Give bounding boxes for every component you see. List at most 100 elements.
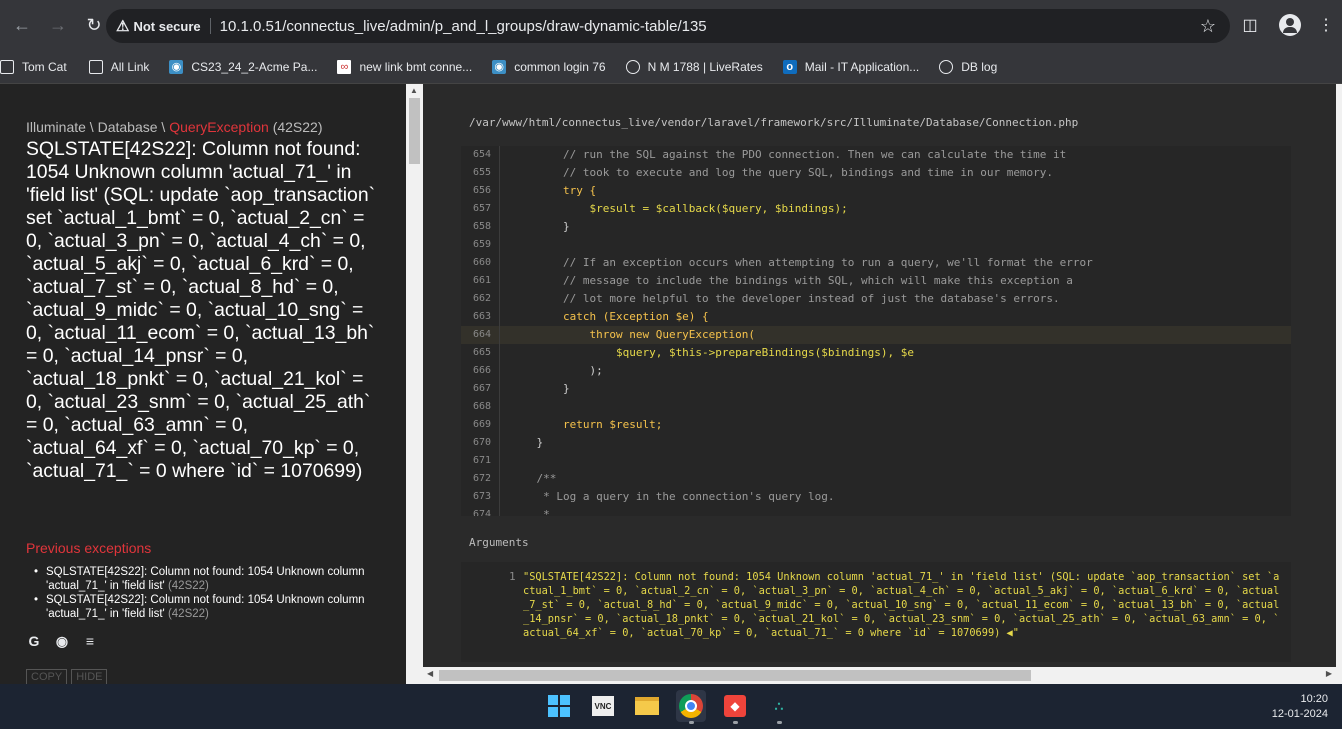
- google-icon[interactable]: G: [26, 633, 42, 649]
- exception-summary-panel: Illuminate \ Database \ QueryException (…: [0, 84, 406, 684]
- line-number: 672: [472, 473, 491, 484]
- bookmark-label: CS23_24_2-Acme Pa...: [191, 59, 318, 74]
- line-code: // lot more helpful to the developer ins…: [510, 292, 1060, 305]
- bookmark-tom-cat[interactable]: Tom Cat: [0, 59, 77, 74]
- warning-icon: ⚠: [116, 18, 130, 35]
- line-code: );: [510, 364, 603, 377]
- line-number: 668: [472, 401, 491, 412]
- bookmark-acme[interactable]: ◉ CS23_24_2-Acme Pa...: [169, 59, 327, 74]
- line-number: 666: [472, 365, 491, 376]
- search-links: G ◉ ≡: [26, 633, 98, 650]
- scroll-left-icon[interactable]: ◀: [427, 669, 433, 678]
- bookmarks-bar: Tom Cat All Link ◉ CS23_24_2-Acme Pa... …: [0, 50, 1342, 84]
- bookmark-mail[interactable]: o Mail - IT Application...: [782, 59, 930, 74]
- line-code: }: [510, 436, 544, 449]
- code-line: 665 $query, $this->prepareBindings($bind…: [461, 344, 1291, 362]
- system-clock[interactable]: 10:20 12-01-2024: [1272, 692, 1328, 722]
- line-number: 657: [472, 203, 491, 214]
- duckduckgo-icon[interactable]: ◉: [54, 633, 70, 649]
- line-code: // If an exception occurs when attemptin…: [510, 256, 1093, 269]
- code-line: 673 * Log a query in the connection's qu…: [461, 488, 1291, 506]
- line-number: 673: [472, 491, 491, 502]
- scrollbar-thumb[interactable]: [439, 670, 1031, 681]
- code-line: 667 }: [461, 380, 1291, 398]
- bookmark-label: Mail - IT Application...: [804, 59, 920, 74]
- line-code: return $result;: [510, 418, 663, 431]
- line-code: catch (Exception $e) {: [510, 310, 709, 323]
- list-item[interactable]: SQLSTATE[42S22]: Column not found: 1054 …: [32, 593, 372, 621]
- left-scrollbar[interactable]: ▲: [406, 84, 423, 684]
- code-line: 654 // run the SQL against the PDO conne…: [461, 146, 1291, 164]
- acme-icon: ◉: [492, 59, 507, 74]
- arguments-box: 1 "SQLSTATE[42S22]: Column not found: 10…: [461, 562, 1291, 662]
- line-number: 669: [472, 419, 491, 430]
- windows-start-icon[interactable]: [544, 690, 574, 722]
- file-explorer-icon[interactable]: [632, 690, 662, 722]
- line-number: 664: [472, 329, 491, 340]
- bookmark-label: new link bmt conne...: [359, 59, 473, 74]
- profile-avatar[interactable]: [1270, 14, 1310, 36]
- line-code: $query, $this->prepareBindings($bindings…: [510, 346, 914, 359]
- menu-kebab-icon[interactable]: ⋮: [1310, 15, 1342, 35]
- code-line: 663 catch (Exception $e) {: [461, 308, 1291, 326]
- tally-icon[interactable]: ∴: [764, 690, 794, 724]
- bookmark-liverates[interactable]: N M 1788 | LiveRates: [625, 59, 773, 74]
- line-number: 671: [472, 455, 491, 466]
- code-snippet: 654 // run the SQL against the PDO conne…: [461, 146, 1291, 516]
- bookmark-label: DB log: [961, 59, 998, 74]
- scroll-up-icon[interactable]: ▲: [410, 86, 418, 95]
- bookmark-star-icon[interactable]: ☆: [1200, 16, 1216, 37]
- bookmark-db-log[interactable]: DB log: [939, 59, 1007, 74]
- scroll-right-icon[interactable]: ▶: [1326, 669, 1332, 678]
- side-panel-icon[interactable]: ◫: [1230, 15, 1270, 35]
- right-scrollbar[interactable]: [1336, 84, 1342, 684]
- code-line: 662 // lot more helpful to the developer…: [461, 290, 1291, 308]
- omnibox-separator: [209, 18, 211, 34]
- outlook-icon: o: [782, 59, 797, 74]
- security-indicator[interactable]: ⚠ Not secure: [116, 17, 201, 35]
- line-number: 665: [472, 347, 491, 358]
- line-code: }: [510, 220, 570, 233]
- back-icon[interactable]: ←: [4, 7, 40, 43]
- bookmark-all-link[interactable]: All Link: [88, 59, 160, 74]
- exception-message: SQLSTATE[42S22]: Column not found: 1054 …: [26, 138, 376, 482]
- line-number: 655: [472, 167, 491, 178]
- line-code: * Log a query in the connection's query …: [510, 490, 835, 503]
- security-label: Not secure: [133, 18, 201, 34]
- exception-class: QueryException: [169, 119, 269, 135]
- stackoverflow-icon[interactable]: ≡: [82, 633, 98, 649]
- line-code: // run the SQL against the PDO connectio…: [510, 148, 1067, 161]
- line-number: 660: [472, 257, 491, 268]
- copy-button[interactable]: COPY: [26, 669, 68, 684]
- highlighted-code-line: 664 throw new QueryException(: [461, 326, 1291, 344]
- vnc-viewer-icon[interactable]: VNC: [588, 690, 618, 722]
- line-code: }: [510, 382, 570, 395]
- code-line: 658 }: [461, 218, 1291, 236]
- argument-value[interactable]: "SQLSTATE[42S22]: Column not found: 1054…: [523, 570, 1285, 640]
- list-item[interactable]: SQLSTATE[42S22]: Column not found: 1054 …: [32, 565, 372, 593]
- bookmark-common-login[interactable]: ◉ common login 76: [492, 59, 615, 74]
- line-number: 654: [472, 149, 491, 160]
- line-code: // message to include the bindings with …: [510, 274, 1073, 287]
- bookmark-new-link[interactable]: ∞ new link bmt conne...: [337, 59, 482, 74]
- bookmark-label: common login 76: [514, 59, 606, 74]
- previous-exceptions-list: SQLSTATE[42S22]: Column not found: 1054 …: [32, 565, 372, 621]
- code-line: 655 // took to execute and log the query…: [461, 164, 1291, 182]
- anydesk-icon[interactable]: ◆: [720, 690, 750, 724]
- line-number: 667: [472, 383, 491, 394]
- folder-icon: [88, 59, 103, 74]
- line-number: 656: [472, 185, 491, 196]
- line-code: try {: [510, 184, 597, 197]
- taskbar-apps: VNC ◆ ∴: [544, 690, 794, 724]
- horizontal-scrollbar[interactable]: ◀ ▶: [423, 667, 1336, 684]
- code-line: 657 $result = $callback($query, $binding…: [461, 200, 1291, 218]
- url-text[interactable]: 10.1.0.51/connectus_live/admin/p_and_l_g…: [220, 18, 707, 35]
- forward-icon[interactable]: →: [40, 7, 76, 43]
- hide-button[interactable]: HIDE: [71, 669, 108, 684]
- line-number: 663: [472, 311, 491, 322]
- code-line: 660 // If an exception occurs when attem…: [461, 254, 1291, 272]
- scrollbar-thumb[interactable]: [409, 98, 420, 164]
- address-bar[interactable]: ⚠ Not secure 10.1.0.51/connectus_live/ad…: [106, 9, 1230, 43]
- chrome-icon[interactable]: [676, 690, 706, 724]
- line-number: 674: [472, 509, 491, 516]
